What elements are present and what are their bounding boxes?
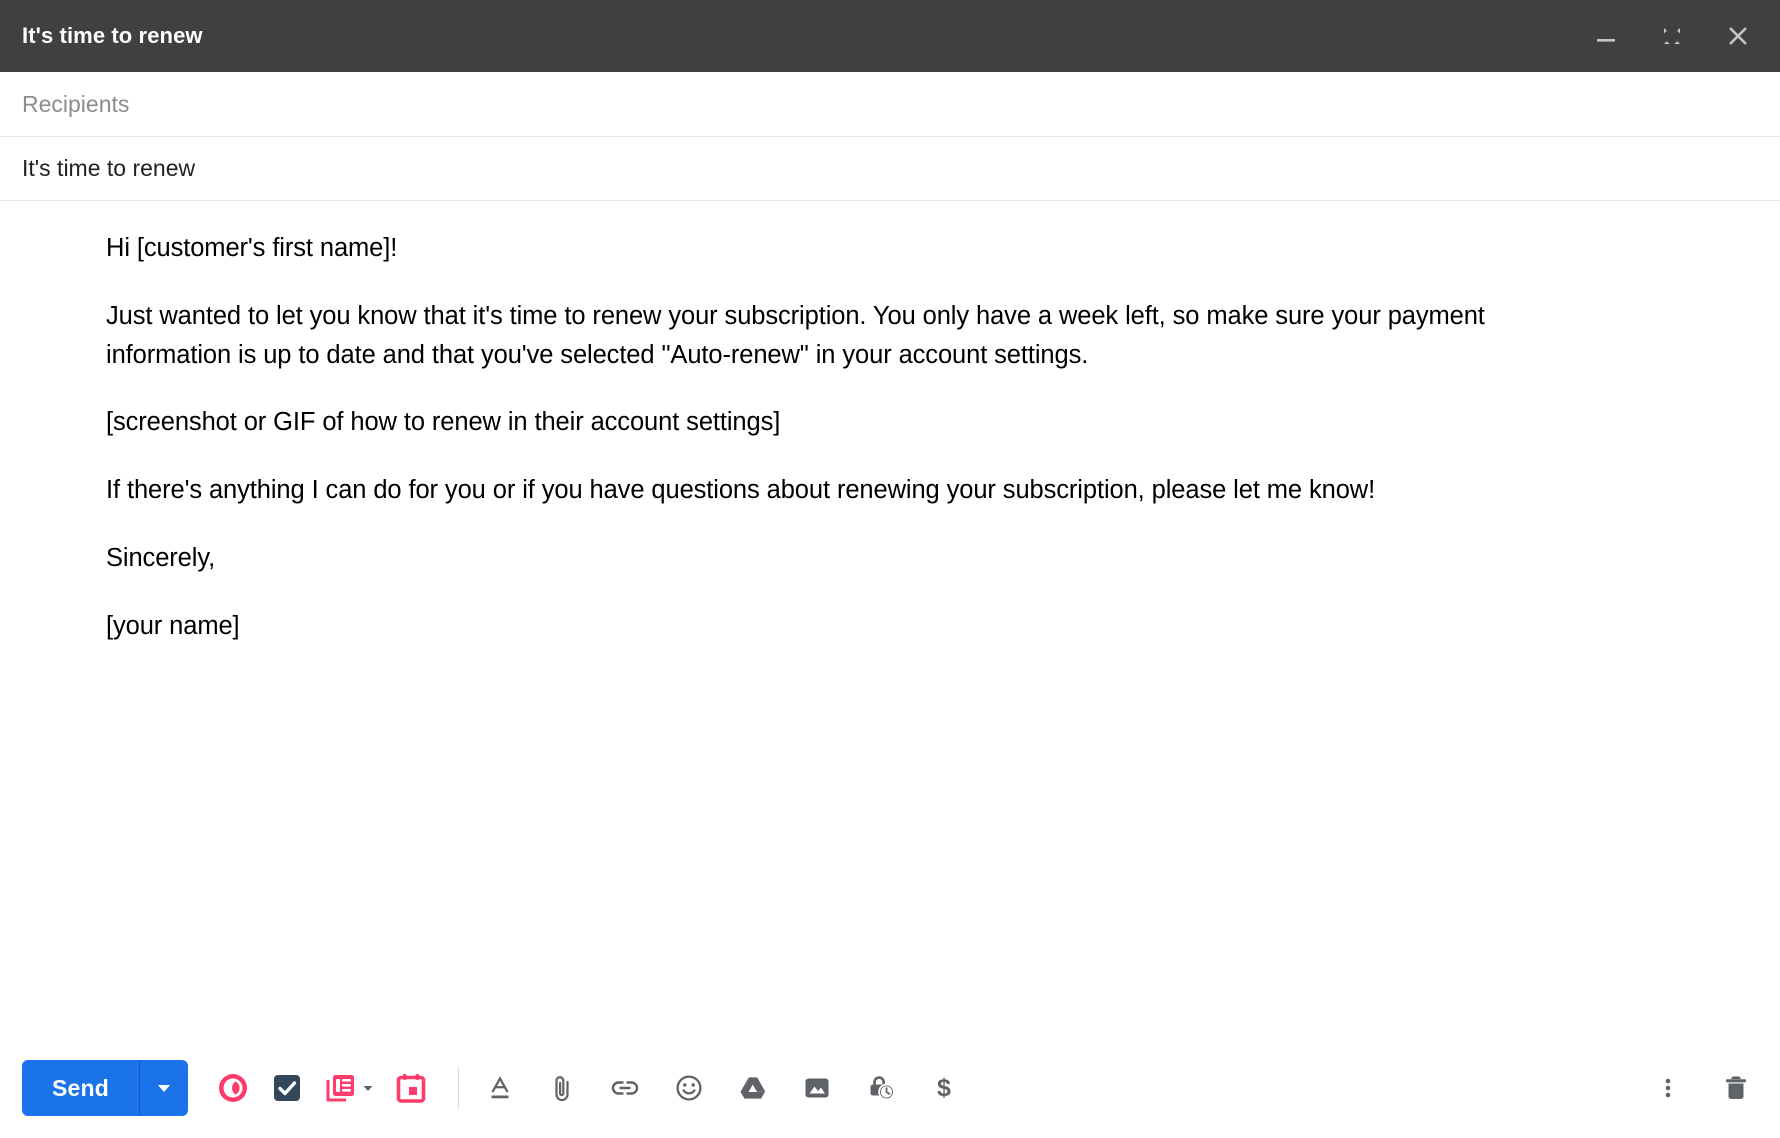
recipients-placeholder: Recipients — [22, 90, 130, 117]
task-checkbox-icon[interactable] — [271, 1072, 303, 1104]
toolbar-divider — [458, 1067, 460, 1109]
templates-dropdown-icon[interactable] — [363, 1083, 373, 1093]
more-options-icon[interactable] — [1654, 1074, 1682, 1102]
insert-money-icon[interactable]: $ — [929, 1072, 959, 1104]
body-paragraph: Sincerely, — [106, 543, 216, 572]
close-icon[interactable] — [1718, 16, 1758, 56]
compose-window: It's time to renew Recipients It's time … — [0, 0, 1780, 1138]
compose-toolbar: Send $ — [0, 1038, 1780, 1138]
formatting-options-icon[interactable] — [485, 1073, 515, 1103]
compose-titlebar: It's time to renew — [0, 0, 1780, 72]
google-drive-icon[interactable] — [737, 1072, 769, 1104]
body-paragraph: Just wanted to let you know that it's ti… — [106, 301, 1485, 369]
toolbar-right-group — [1654, 1072, 1758, 1104]
body-paragraph: [screenshot or GIF of how to renew in th… — [106, 408, 781, 437]
attach-file-icon[interactable] — [547, 1073, 577, 1103]
svg-text:$: $ — [937, 1074, 951, 1102]
window-controls — [1586, 16, 1762, 56]
subject-value: It's time to renew — [22, 155, 196, 181]
send-button-group[interactable]: Send — [22, 1060, 189, 1116]
discard-draft-icon[interactable] — [1720, 1072, 1752, 1104]
tracking-circle-icon[interactable] — [216, 1071, 250, 1105]
meetings-calendar-icon[interactable] — [394, 1071, 428, 1105]
insert-link-icon[interactable] — [609, 1072, 641, 1104]
send-button[interactable]: Send — [22, 1060, 139, 1116]
send-options-dropdown-icon[interactable] — [140, 1060, 188, 1116]
message-body[interactable]: Hi [customer's first name]! Just wanted … — [0, 201, 1780, 1038]
body-paragraph: If there's anything I can do for you or … — [106, 476, 1376, 504]
body-paragraph: Hi [customer's first name]! — [106, 234, 398, 262]
compose-title: It's time to renew — [22, 23, 203, 48]
format-tools-group: $ — [485, 1072, 959, 1104]
minimize-icon[interactable] — [1586, 16, 1626, 56]
exit-full-screen-icon[interactable] — [1652, 16, 1692, 56]
recipients-field[interactable]: Recipients — [0, 72, 1780, 137]
insert-photo-icon[interactable] — [801, 1072, 833, 1104]
templates-button[interactable] — [324, 1071, 373, 1105]
plugin-tools-group — [216, 1071, 428, 1105]
confidential-mode-icon[interactable] — [865, 1072, 897, 1104]
templates-icon[interactable] — [324, 1071, 358, 1105]
body-paragraph: [your name] — [106, 611, 240, 640]
toolbar-left-group: Send $ — [22, 1060, 959, 1116]
subject-field[interactable]: It's time to renew — [0, 137, 1780, 201]
insert-emoji-icon[interactable] — [673, 1072, 705, 1104]
